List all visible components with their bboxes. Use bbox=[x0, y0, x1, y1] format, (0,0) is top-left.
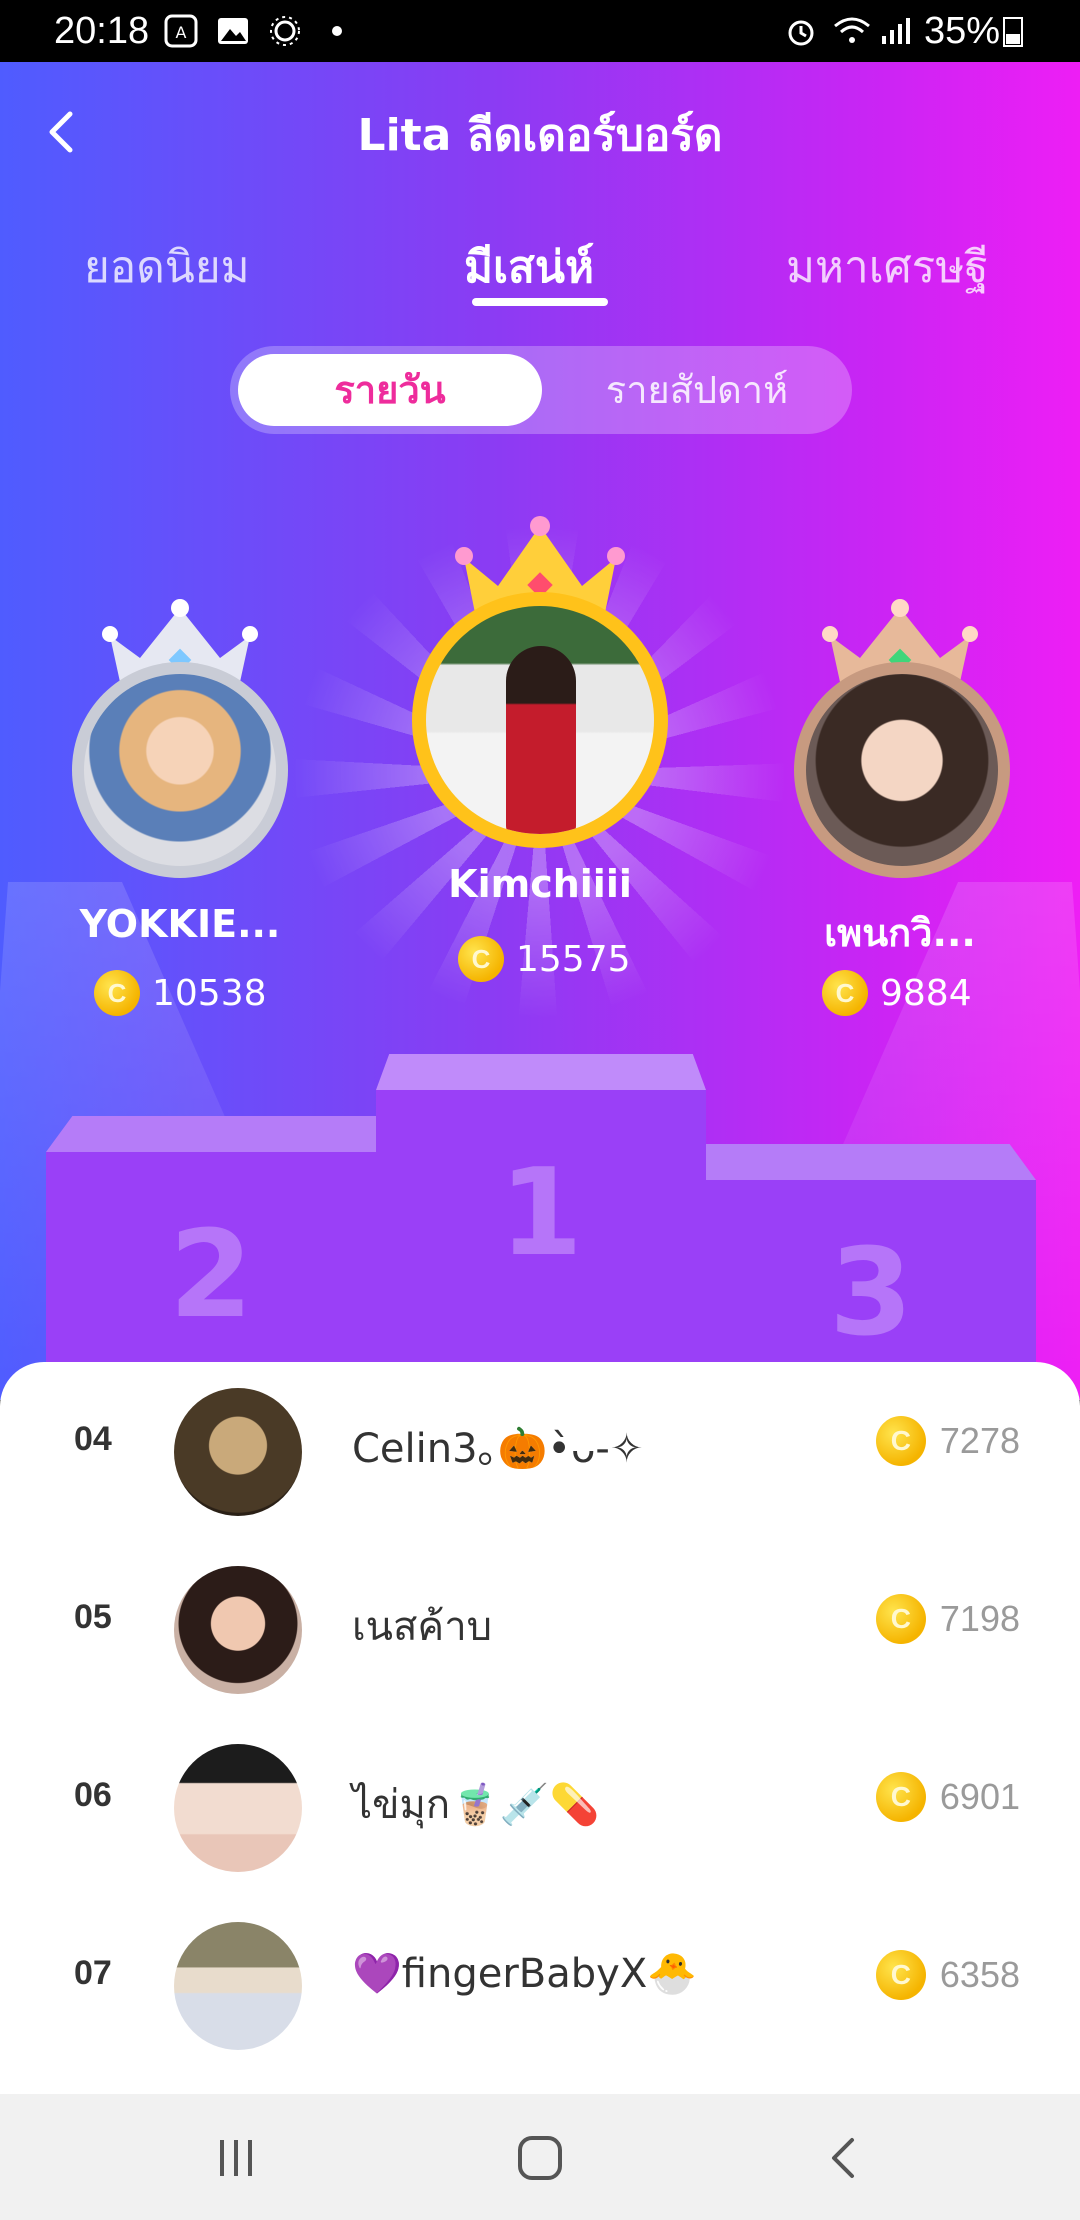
winner-name: Kimchiiii bbox=[448, 862, 632, 906]
weekly-option[interactable]: รายสัปดาห์ bbox=[550, 354, 844, 426]
winner-name: เพนกวิ... bbox=[824, 911, 976, 955]
user-score: 7278 bbox=[875, 1416, 1020, 1466]
tab-rich[interactable]: มหาเศรษฐี bbox=[786, 232, 989, 302]
user-name: ไข่มุก🧋💉💊 bbox=[352, 1782, 600, 1828]
rank-number: 06 bbox=[74, 1776, 112, 1814]
tab-charming[interactable]: มีเสน่ห์ bbox=[464, 232, 594, 302]
active-tab-indicator bbox=[472, 298, 608, 306]
list-item[interactable]: 06 ไข่มุก🧋💉💊 6901 bbox=[0, 1718, 1080, 1896]
daily-option[interactable]: รายวัน bbox=[238, 354, 542, 426]
podium-number-2: 2 bbox=[169, 1206, 253, 1345]
coin-icon bbox=[822, 970, 868, 1016]
avatar-first bbox=[412, 592, 668, 848]
avatar bbox=[174, 1744, 302, 1872]
back-nav-icon[interactable] bbox=[814, 2132, 874, 2184]
user-name: 💜fingerBabyX🐣 bbox=[352, 1951, 698, 1997]
user-score: 6358 bbox=[875, 1950, 1020, 2000]
leaderboard-hero: Lita ลีดเดอร์บอร์ด ยอดนิยม มีเสน่ห์ มหาเ… bbox=[0, 62, 1080, 1400]
app-notification-icon: A bbox=[164, 14, 198, 48]
list-item[interactable]: 05 เนสค้าบ 7198 bbox=[0, 1540, 1080, 1718]
battery-icon bbox=[1003, 17, 1023, 47]
svg-text:A: A bbox=[176, 23, 187, 42]
winner-name: YOKKIE... bbox=[79, 902, 281, 946]
status-bar: 20:18 A 35% bbox=[0, 0, 1080, 62]
coin-icon bbox=[875, 1416, 926, 1466]
tab-popular[interactable]: ยอดนิยม bbox=[84, 232, 250, 302]
brightness-icon bbox=[270, 16, 300, 46]
rank-number: 05 bbox=[74, 1598, 112, 1636]
avatar bbox=[174, 1388, 302, 1516]
avatar-second bbox=[72, 662, 288, 878]
rank-number: 07 bbox=[74, 1954, 112, 1992]
winner-score: 10538 bbox=[94, 970, 267, 1016]
page-title: Lita ลีดเดอร์บอร์ด bbox=[357, 110, 723, 161]
signal-icon bbox=[882, 18, 910, 44]
recent-apps-icon[interactable] bbox=[206, 2132, 266, 2184]
avatar-third bbox=[794, 662, 1010, 878]
user-name: Celin3｡🎃•̀ᴗ-✧ bbox=[352, 1426, 644, 1472]
avatar bbox=[174, 1566, 302, 1694]
user-name: เนสค้าบ bbox=[352, 1604, 493, 1650]
podium-second: 2 bbox=[46, 1116, 376, 1400]
ranking-list: 04 Celin3｡🎃•̀ᴗ-✧ 7278 05 เนสค้าบ 7198 06… bbox=[0, 1362, 1080, 2094]
list-item[interactable]: 04 Celin3｡🎃•̀ᴗ-✧ 7278 bbox=[0, 1362, 1080, 1540]
podium-number-1: 1 bbox=[499, 1144, 583, 1283]
clock: 20:18 bbox=[54, 10, 150, 52]
system-nav-bar bbox=[0, 2094, 1080, 2220]
period-toggle: รายวัน รายสัปดาห์ bbox=[230, 346, 852, 434]
list-item[interactable]: 07 💜fingerBabyX🐣 6358 bbox=[0, 1896, 1080, 2074]
coin-icon bbox=[458, 936, 504, 982]
home-icon[interactable] bbox=[510, 2132, 570, 2184]
coin-icon bbox=[875, 1594, 926, 1644]
coin-icon bbox=[94, 970, 140, 1016]
wifi-icon bbox=[834, 17, 870, 43]
podium-number-3: 3 bbox=[829, 1224, 913, 1363]
battery-percent: 35% bbox=[924, 10, 1001, 52]
gallery-icon bbox=[218, 18, 248, 44]
alarm-icon bbox=[788, 20, 814, 46]
coin-icon bbox=[875, 1950, 926, 2000]
coin-icon bbox=[875, 1772, 926, 1822]
rank-number: 04 bbox=[74, 1420, 112, 1458]
user-score: 7198 bbox=[875, 1594, 1020, 1644]
winner-score: 15575 bbox=[458, 936, 631, 982]
winner-score: 9884 bbox=[822, 970, 972, 1016]
avatar bbox=[174, 1922, 302, 2050]
podium-first: 1 bbox=[376, 1054, 706, 1400]
dot-icon bbox=[332, 26, 342, 36]
user-score: 6901 bbox=[875, 1772, 1020, 1822]
